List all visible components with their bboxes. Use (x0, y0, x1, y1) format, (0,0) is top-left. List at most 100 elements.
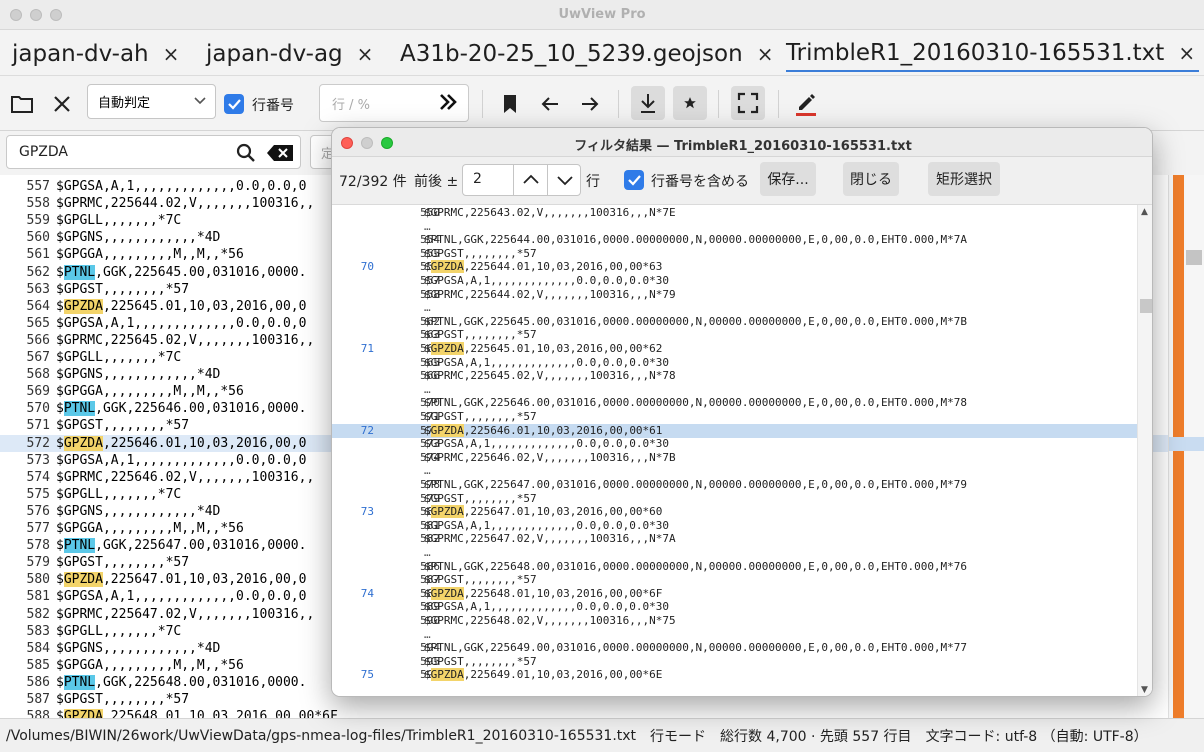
result-row[interactable]: 554 $PTNL,GGK,225644.00,031016,0000.00000… (332, 233, 1137, 247)
toolbar-divider (618, 90, 619, 118)
result-row[interactable]: 590 $GPRMC,225648.02,V,,,,,,,100316,,,N*7… (332, 614, 1137, 628)
result-row[interactable]: 574 $GPRMC,225646.02,V,,,,,,,100316,,,N*7… (332, 451, 1137, 465)
scroll-up-icon[interactable]: ▲ (1141, 207, 1148, 217)
line-number: 579 (26, 555, 50, 571)
context-stepper[interactable]: 2 (462, 164, 581, 196)
line-text: $GPRMC,225645.02,V,,,,,,,100316,, (56, 332, 315, 348)
search-input[interactable]: GPZDA (6, 135, 301, 169)
result-row[interactable]: 74588$GPZDA,225648.01,10,03,2016,00,00*6… (332, 586, 1137, 601)
line-text: … (424, 219, 431, 233)
result-row[interactable]: 578 $PTNL,GGK,225647.00,031016,0000.00000… (332, 478, 1137, 492)
goto-arrow-icon[interactable] (438, 93, 458, 115)
close-file-icon[interactable] (48, 90, 76, 118)
toolbar-divider (778, 90, 779, 118)
row-text: $GPRMC,225645.02,V,,,,,,,100316,,,N*78 (424, 369, 676, 383)
stepper-up-icon[interactable] (513, 165, 547, 195)
forward-arrow-icon[interactable] (576, 90, 604, 118)
line-text: $ (56, 435, 64, 451)
row-text: $GPGST,,,,,,,,*57 (424, 328, 537, 342)
tab-trimble-active[interactable]: TrimbleR1_20160310-165531.txt × (786, 36, 1200, 72)
result-row[interactable]: 595 $GPGST,,,,,,,,*57 (332, 655, 1137, 669)
result-row[interactable]: 562 $PTNL,GGK,225645.00,031016,0000.00000… (332, 315, 1137, 329)
line-number: 557 (26, 179, 50, 194)
gap-row[interactable]: … (332, 628, 1137, 642)
row-text: $PTNL,GGK,225645.00,031016,0000.00000000… (424, 315, 967, 329)
filter-results-list[interactable]: 550 $GPRMC,225643.02,V,,,,,,,100316,,,N*7… (332, 205, 1152, 696)
bookmark-icon[interactable] (498, 90, 522, 118)
line-number: 586 (26, 674, 50, 690)
row-text: $GPGST,,,,,,,,*57 (424, 492, 537, 506)
tab-close-icon[interactable]: × (163, 42, 180, 66)
result-row[interactable]: 571 $GPGST,,,,,,,,*57 (332, 410, 1137, 424)
result-row[interactable]: 570 $PTNL,GGK,225646.00,031016,0000.00000… (332, 396, 1137, 410)
tab-japan-dv-ah[interactable]: japan-dv-ah × (12, 36, 179, 72)
scroll-down-icon[interactable]: ▼ (1141, 685, 1148, 695)
result-row[interactable]: 557 $GPGSA,A,1,,,,,,,,,,,,,0.0,0.0,0.0*30 (332, 274, 1137, 288)
line-text: ,225647.01,10,03,2016,00,0 (102, 572, 307, 588)
close-button[interactable]: 閉じる (843, 162, 899, 196)
result-row[interactable]: 581 $GPGSA,A,1,,,,,,,,,,,,,0.0,0.0,0.0*30 (332, 519, 1137, 533)
result-row[interactable]: 589 $GPGSA,A,1,,,,,,,,,,,,,0.0,0.0,0.0*30 (332, 600, 1137, 614)
goto-line-input[interactable]: 行 / % (319, 84, 469, 122)
line-number: 566 (26, 332, 50, 348)
download-icon[interactable] (631, 86, 665, 120)
pen-highlight-icon[interactable] (792, 88, 820, 120)
tab-label: japan-dv-ah (12, 41, 149, 67)
result-row[interactable]: 555 $GPGST,,,,,,,,*57 (332, 247, 1137, 261)
result-row[interactable]: 70556$GPZDA,225644.01,10,03,2016,00,00*6… (332, 260, 1137, 274)
line-text: $GPRMC,225644.02,V,,,,,,,100316,, (56, 196, 315, 212)
save-button[interactable]: 保存... (760, 162, 816, 196)
gap-row[interactable]: … (332, 464, 1137, 478)
result-row[interactable]: 71564$GPZDA,225645.01,10,03,2016,00,00*6… (332, 342, 1137, 356)
result-row[interactable]: 566 $GPRMC,225645.02,V,,,,,,,100316,,,N*7… (332, 369, 1137, 383)
dialog-scrollbar[interactable]: ▲ ▼ (1137, 205, 1152, 696)
gap-row[interactable]: … (332, 220, 1137, 234)
row-text: $GPRMC,225644.02,V,,,,,,,100316,,,N*79 (424, 288, 676, 302)
result-row[interactable]: 565 $GPGSA,A,1,,,,,,,,,,,,,0.0,0.0,0.0*30 (332, 356, 1137, 370)
result-row[interactable]: 587 $GPGST,,,,,,,,*57 (332, 573, 1137, 587)
result-row[interactable]: 558 $GPRMC,225644.02,V,,,,,,,100316,,,N*7… (332, 288, 1137, 302)
row-text: $PTNL,GGK,225649.00,031016,0000.00000000… (424, 641, 967, 655)
rect-select-button[interactable]: 矩形選択 (928, 162, 1000, 196)
open-folder-icon[interactable] (8, 90, 36, 118)
result-row[interactable]: 73580$GPZDA,225647.01,10,03,2016,00,00*6… (332, 505, 1137, 519)
result-row[interactable]: 72572$GPZDA,225646.01,10,03,2016,00,00*6… (332, 423, 1137, 438)
row-text: $GPGST,,,,,,,,*57 (424, 247, 537, 261)
encoding-select[interactable]: 自動判定 (87, 84, 216, 119)
star-icon[interactable] (673, 86, 707, 120)
minimap-scroll-thumb[interactable] (1186, 250, 1202, 265)
back-arrow-icon[interactable] (536, 90, 564, 118)
result-row[interactable]: 582 $GPRMC,225647.02,V,,,,,,,100316,,,N*7… (332, 532, 1137, 546)
tab-geojson[interactable]: A31b-20-25_10_5239.geojson × (400, 36, 773, 72)
line-text: $PTNL,GGK,225646.00,031016,0000.00000000… (424, 396, 968, 410)
line-number: 581 (26, 589, 50, 605)
editor-line[interactable]: 588 $GPZDA,225648.01,10,03,2016,00,00*6F (0, 708, 1168, 718)
minimap[interactable] (1168, 175, 1204, 718)
toolbar-divider (718, 90, 719, 118)
line-numbers-checkbox[interactable] (224, 94, 244, 114)
result-row[interactable]: 563 $GPGST,,,,,,,,*57 (332, 328, 1137, 342)
tab-close-icon[interactable]: × (1178, 41, 1195, 65)
line-text: ,225646.01,10,03,2016,00,00*61 (463, 423, 663, 437)
tab-japan-dv-ag[interactable]: japan-dv-ag × (206, 36, 373, 72)
gap-row[interactable]: … (332, 383, 1137, 397)
gap-row[interactable]: … (332, 301, 1137, 315)
line-text: $GPGST,,,,,,,,*57 (424, 573, 537, 587)
result-row[interactable]: 594 $PTNL,GGK,225649.00,031016,0000.00000… (332, 641, 1137, 655)
include-line-numbers-checkbox[interactable] (624, 170, 644, 190)
result-row[interactable]: 573 $GPGSA,A,1,,,,,,,,,,,,,0.0,0.0,0.0*30 (332, 437, 1137, 451)
fullscreen-icon[interactable] (731, 86, 765, 120)
result-row[interactable]: 579 $GPGST,,,,,,,,*57 (332, 492, 1137, 506)
stepper-down-icon[interactable] (547, 165, 581, 195)
gap-row[interactable]: … (332, 546, 1137, 560)
result-row[interactable]: 75596$GPZDA,225649.01,10,03,2016,00,00*6… (332, 668, 1137, 682)
result-row[interactable]: 586 $PTNL,GGK,225648.00,031016,0000.00000… (332, 560, 1137, 574)
line-text: $GPRMC,225645.02,V,,,,,,,100316,,,N*78 (424, 369, 676, 383)
result-row[interactable]: 550 $GPRMC,225643.02,V,,,,,,,100316,,,N*7… (332, 206, 1137, 220)
clear-search-icon[interactable] (266, 144, 294, 166)
tab-close-icon[interactable]: × (757, 42, 774, 66)
search-icon[interactable] (236, 143, 256, 167)
tab-close-icon[interactable]: × (357, 42, 374, 66)
line-number: 572 (26, 435, 50, 451)
dialog-scroll-thumb[interactable] (1140, 299, 1152, 313)
